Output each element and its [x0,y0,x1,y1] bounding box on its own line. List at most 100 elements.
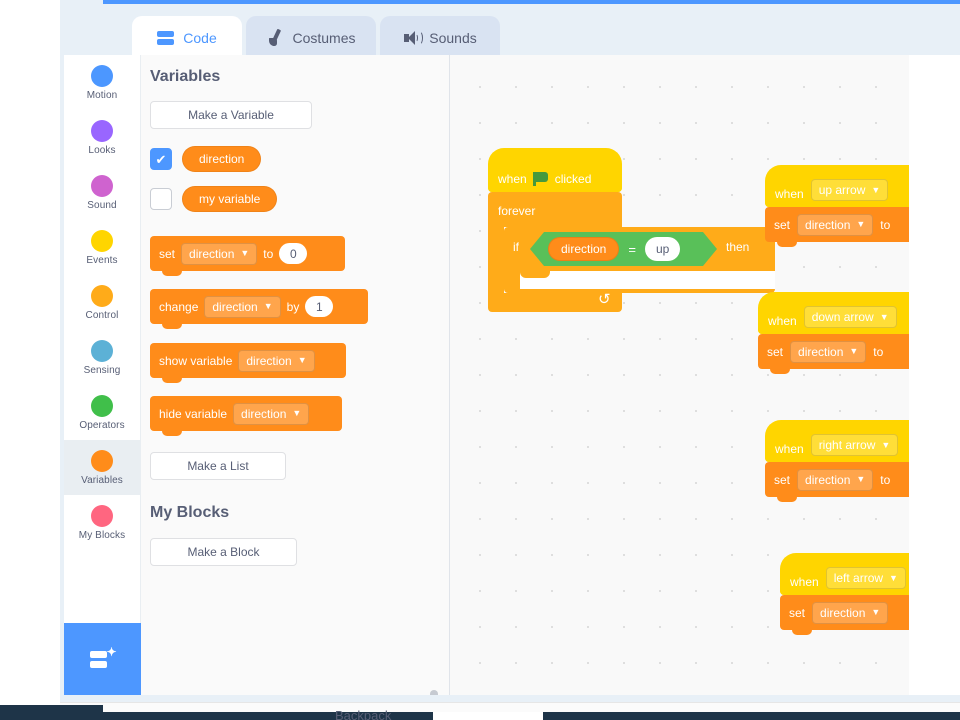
if-then-block[interactable]: if direction = up then [504,227,775,293]
set-variable-name-left: direction [820,605,866,620]
variable-pill-my-variable[interactable]: my variable [182,186,278,212]
category-my-blocks[interactable]: My Blocks [64,495,140,550]
key-dropdown-left[interactable]: left arrow ▼ [825,567,906,589]
set-variable-block-right[interactable]: set direction ▼ to [765,462,909,502]
chevron-down-icon: ▼ [889,572,898,583]
speaker-icon [403,29,424,47]
set-word-up: set [774,217,791,232]
key-name-up: up arrow [818,183,866,197]
when-key-pressed-hat-right[interactable]: when right arrow ▼ [765,420,909,462]
change-block-variable-dropdown[interactable]: direction ▼ [204,295,281,318]
set-variable-dropdown-up[interactable]: direction ▼ [797,213,874,236]
make-a-block-button[interactable]: Make a Block [150,538,297,566]
change-block-word-by: by [286,299,300,314]
variables-color-dot [91,449,113,472]
equals-operator-block[interactable]: direction = up [530,232,717,266]
to-word-up: to [880,217,891,232]
when-key-pressed-hat-left[interactable]: when left arrow ▼ [780,553,909,595]
set-variable-block-up[interactable]: set direction ▼ to [765,207,909,247]
when-word-left: when [790,575,819,589]
set-variable-dropdown-down[interactable]: direction ▼ [790,340,867,363]
tab-code-label: Code [183,29,217,46]
key-name-down: down arrow [811,310,874,324]
change-block-value-input[interactable]: 1 [305,296,334,317]
set-variable-name-right: direction [805,472,851,487]
palette-block-show-variable[interactable]: show variable direction ▼ [150,343,346,383]
checkbox-my-variable[interactable] [150,188,172,210]
category-sensing[interactable]: Sensing [64,330,140,385]
if-label: if [513,240,519,254]
set-block-variable-dropdown[interactable]: direction ▼ [181,242,258,265]
category-events[interactable]: Events [64,220,140,275]
hide-block-variable-dropdown[interactable]: direction ▼ [233,402,310,425]
category-variables[interactable]: Variables [64,440,140,495]
variable-reporter-direction[interactable]: direction [548,237,620,261]
make-a-list-button[interactable]: Make a List [150,452,286,480]
chevron-down-icon: ▼ [240,248,250,258]
show-block-words: show variable [159,353,233,368]
block-palette[interactable]: Variables Make a Variable direction my v… [141,55,450,695]
hide-block-variable-name: direction [241,406,287,421]
tab-costumes-label: Costumes [292,29,356,46]
make-a-variable-button[interactable]: Make a Variable [150,101,312,129]
tab-costumes[interactable]: Costumes [246,16,376,59]
category-looks-label: Looks [88,144,116,156]
equals-right-input[interactable]: up [644,237,681,261]
add-extension-button[interactable]: ✦ [64,623,141,695]
set-variable-block-left[interactable]: set direction ▼ [780,595,909,635]
category-column: Motion Looks Sound Events Control Sensin… [64,55,141,695]
category-operators[interactable]: Operators [64,385,140,440]
equals-sign: = [628,241,636,257]
key-dropdown-down[interactable]: down arrow ▼ [803,306,897,328]
chevron-down-icon: ▼ [263,301,273,311]
key-name-right: right arrow [818,438,876,452]
operators-color-dot [91,394,113,417]
category-sound[interactable]: Sound [64,165,140,220]
sensing-color-dot [91,339,113,362]
backpack-bar[interactable] [103,712,960,720]
chevron-down-icon: ▼ [871,184,881,195]
when-flag-clicked-hat[interactable]: when clicked [488,148,622,192]
tab-sounds-label: Sounds [429,29,477,46]
workspace-right-clip [909,55,960,695]
category-my-blocks-label: My Blocks [78,529,126,541]
checkbox-direction[interactable] [150,148,172,170]
motion-color-dot [91,64,113,87]
then-label: then [726,240,750,254]
show-block-variable-name: direction [246,353,292,368]
set-word-right: set [774,472,791,487]
key-dropdown-right[interactable]: right arrow ▼ [810,434,899,456]
palette-block-hide-variable[interactable]: hide variable direction ▼ [150,396,342,436]
set-variable-block-down[interactable]: set direction ▼ to [758,334,909,374]
palette-block-change-variable[interactable]: change direction ▼ by 1 [150,289,368,329]
set-block-value-input[interactable]: 0 [279,243,308,264]
category-sound-label: Sound [87,199,117,211]
category-control[interactable]: Control [64,275,140,330]
events-color-dot [91,229,113,252]
show-block-variable-dropdown[interactable]: direction ▼ [238,349,315,372]
variable-pill-direction[interactable]: direction [182,146,262,172]
category-motion[interactable]: Motion [64,55,140,110]
palette-heading-my-blocks: My Blocks [150,504,230,521]
when-key-pressed-hat-down[interactable]: when down arrow ▼ [758,292,909,334]
chevron-down-icon: ▼ [879,311,889,322]
set-block-variable-name: direction [189,246,235,261]
palette-block-set-variable[interactable]: set direction ▼ to 0 [150,236,345,276]
chevron-down-icon: ▼ [881,439,891,450]
to-word-down: to [873,344,884,359]
key-name-left: left arrow [833,571,884,585]
chevron-down-icon: ▼ [292,408,302,418]
tab-sounds[interactable]: Sounds [380,16,500,59]
set-variable-dropdown-right[interactable]: direction ▼ [797,468,874,491]
tab-code[interactable]: Code [132,16,242,59]
category-operators-label: Operators [79,419,125,431]
backpack-bar-right [543,712,960,720]
category-looks[interactable]: Looks [64,110,140,165]
key-dropdown-up[interactable]: up arrow ▼ [810,179,889,201]
set-variable-dropdown-left[interactable]: direction ▼ [812,601,889,624]
when-key-pressed-hat-up[interactable]: when up arrow ▼ [765,165,909,207]
control-color-dot [91,284,113,307]
chevron-down-icon: ▼ [297,355,307,365]
code-icon [157,29,175,47]
code-workspace[interactable]: when clicked forever ↻ if direction = up… [450,55,909,695]
